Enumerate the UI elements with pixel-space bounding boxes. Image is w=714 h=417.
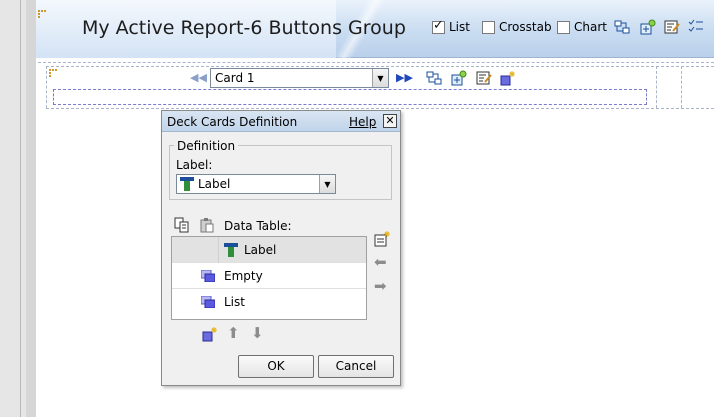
report-title[interactable]: My Active Report-6 Buttons Group <box>82 17 406 39</box>
list-checkbox-box[interactable] <box>432 18 445 34</box>
sort-filter-icon[interactable] <box>688 19 704 35</box>
chevron-down-icon[interactable]: ▼ <box>319 175 335 193</box>
list-checkbox[interactable]: List <box>432 18 470 35</box>
add-calculation-icon[interactable] <box>640 19 656 35</box>
card-area-right-edge <box>656 66 657 108</box>
data-table: Label Empty List <box>171 236 367 320</box>
card-icon <box>200 295 216 309</box>
deck-cards-definition-dialog: Deck Cards Definition Help ✕ Definition … <box>161 110 401 386</box>
card-selector-value: Card 1 <box>215 71 255 85</box>
table-cell-label: List <box>224 295 245 309</box>
chart-checkbox[interactable]: Chart <box>557 19 607 35</box>
table-row[interactable]: Label <box>172 237 366 263</box>
group-icon[interactable] <box>426 70 442 86</box>
help-link[interactable]: Help <box>349 115 376 129</box>
arrow-left-icon[interactable]: ⬅ <box>374 255 387 270</box>
definition-group-label: Definition <box>174 139 239 153</box>
section-top-edge <box>38 62 714 63</box>
ok-button[interactable]: OK <box>238 355 314 378</box>
card-area-left-edge <box>46 66 47 108</box>
table-cell-label: Empty <box>224 269 263 283</box>
rewind-icon[interactable]: ◀◀ <box>190 71 207 84</box>
crosstab-checkbox[interactable]: Crosstab <box>482 19 552 35</box>
copy-icon[interactable] <box>174 217 190 233</box>
card-area-extra-edge <box>681 66 682 108</box>
table-row[interactable]: List <box>172 289 366 315</box>
close-icon[interactable]: ✕ <box>383 114 397 128</box>
card-area-top-edge <box>46 66 714 67</box>
list-checkbox-label: List <box>449 20 470 34</box>
gutter-rail <box>26 0 36 417</box>
arrow-right-icon[interactable]: ➡ <box>374 279 387 294</box>
new-card-icon[interactable] <box>202 326 218 342</box>
label-data-item-icon <box>224 243 238 257</box>
dialog-title: Deck Cards Definition <box>167 115 298 129</box>
card-area-bottom-edge <box>46 108 714 109</box>
gutter-divider <box>20 0 21 417</box>
chart-checkbox-box[interactable] <box>557 20 570 34</box>
move-down-icon[interactable]: ⬇ <box>251 326 264 341</box>
label-select-value: Label <box>198 177 231 191</box>
header-anchor-handle[interactable] <box>38 10 46 18</box>
crosstab-checkbox-box[interactable] <box>482 20 495 34</box>
table-cell-label: Label <box>244 243 277 257</box>
crosstab-checkbox-label: Crosstab <box>499 20 552 34</box>
paste-icon[interactable] <box>199 217 215 233</box>
column-divider <box>218 237 219 263</box>
cancel-button[interactable]: Cancel <box>318 355 394 378</box>
new-data-item-icon[interactable] <box>374 231 390 247</box>
label-select[interactable]: Label ▼ <box>176 174 336 194</box>
data-table-caption: Data Table: <box>224 219 292 233</box>
move-up-icon[interactable]: ⬆ <box>227 326 240 341</box>
table-row[interactable]: Empty <box>172 263 366 289</box>
edit-properties-icon[interactable] <box>476 70 492 86</box>
label-data-item-icon <box>180 177 194 191</box>
card-drop-zone[interactable] <box>53 89 647 105</box>
add-calculation-icon[interactable] <box>451 70 467 86</box>
chevron-down-icon[interactable]: ▼ <box>372 69 388 87</box>
chart-checkbox-label: Chart <box>574 20 607 34</box>
label-field-caption: Label: <box>176 158 213 172</box>
card-anchor-handle[interactable] <box>49 69 57 77</box>
fast-forward-icon[interactable]: ▶▶ <box>396 71 413 84</box>
group-icon[interactable] <box>614 19 630 35</box>
edit-properties-icon[interactable] <box>664 19 680 35</box>
new-card-icon[interactable] <box>500 70 516 86</box>
card-selector[interactable]: Card 1 ▼ <box>210 68 389 88</box>
card-icon <box>200 269 216 283</box>
